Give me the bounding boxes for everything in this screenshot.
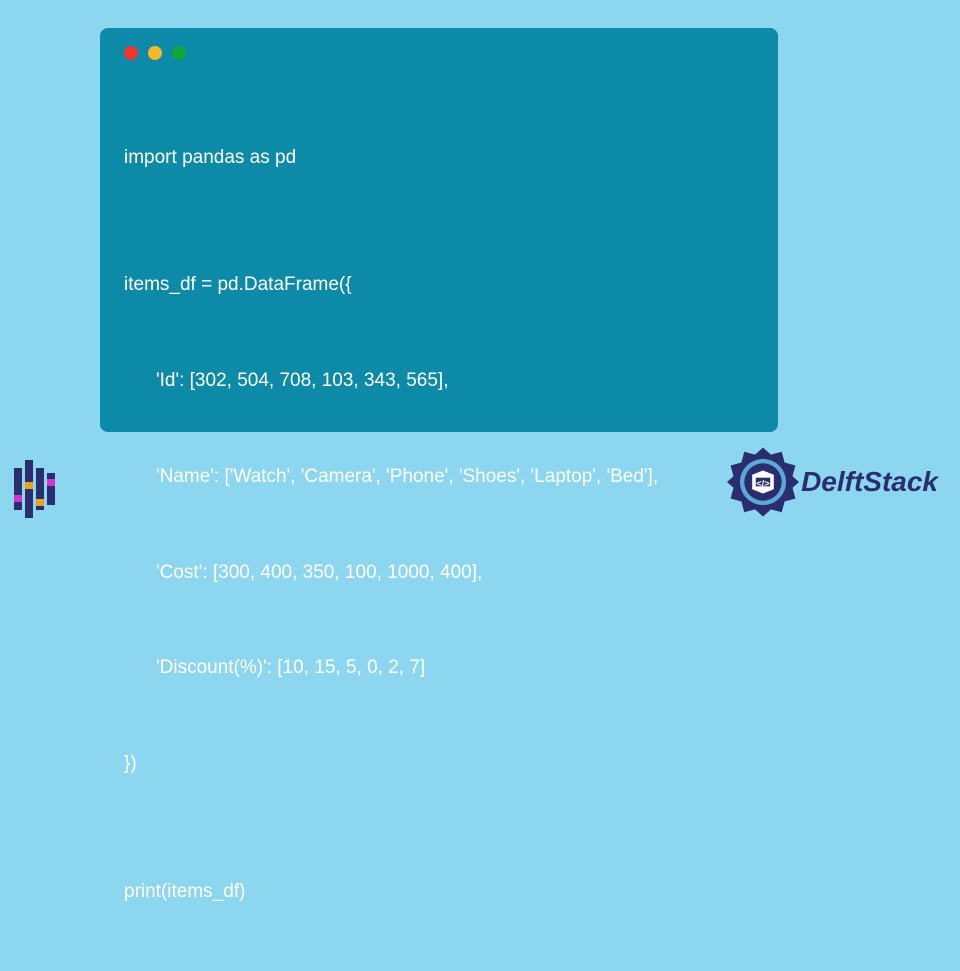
code-line: print(items_df) [124,876,754,908]
window-controls [124,46,754,60]
code-line: items_df = pd.DataFrame({ [124,269,754,301]
gear-badge-icon: </> [727,446,799,518]
brand-logo: </> DelftStack [727,446,938,518]
code-line: 'Cost': [300, 400, 350, 100, 1000, 400], [124,557,754,589]
maximize-icon [172,46,186,60]
bar [36,468,44,510]
bar [25,460,33,518]
brand-name: DelftStack [801,466,938,498]
code-content: import pandas as pd items_df = pd.DataFr… [124,78,754,971]
code-line: import pandas as pd [124,142,754,174]
bar [47,473,55,505]
bars-icon [14,458,66,520]
code-line: 'Name': ['Watch', 'Camera', 'Phone', 'Sh… [124,461,754,493]
minimize-icon [148,46,162,60]
code-line: 'Id': [302, 504, 708, 103, 343, 565], [124,365,754,397]
code-line: }) [124,748,754,780]
code-line: 'Discount(%)': [10, 15, 5, 0, 2, 7] [124,652,754,684]
svg-text:</>: </> [756,478,770,488]
close-icon [124,46,138,60]
bar [14,468,22,510]
code-window: import pandas as pd items_df = pd.DataFr… [100,28,778,432]
